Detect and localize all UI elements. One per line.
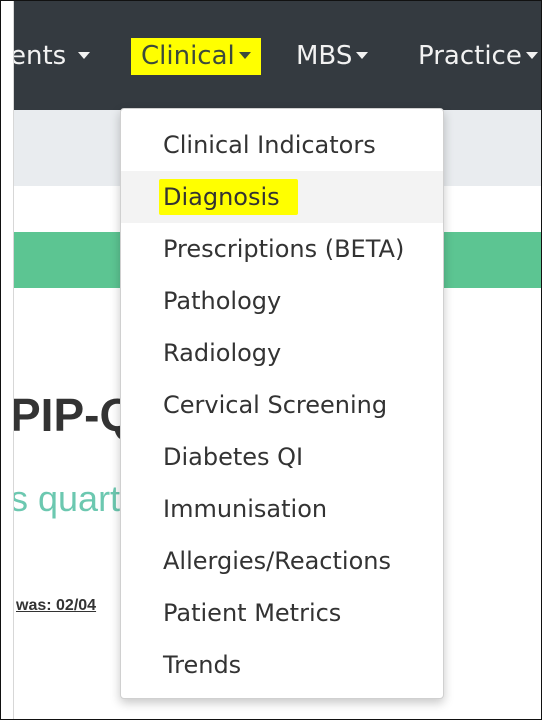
menu-item-radiology[interactable]: Radiology bbox=[121, 327, 443, 379]
top-navbar: ents Clinical MBS Practice bbox=[0, 0, 542, 110]
menu-item-cervical-screening[interactable]: Cervical Screening bbox=[121, 379, 443, 431]
nav-item-clients[interactable]: ents bbox=[10, 0, 91, 110]
caret-down-icon bbox=[238, 52, 251, 59]
menu-item-label: Immunisation bbox=[163, 495, 328, 523]
nav-item-mbs[interactable]: MBS bbox=[296, 0, 369, 110]
menu-item-label: Radiology bbox=[163, 339, 282, 367]
menu-item-prescriptions[interactable]: Prescriptions (BETA) bbox=[121, 223, 443, 275]
caret-down-icon bbox=[525, 52, 538, 59]
nav-item-clinical[interactable]: Clinical bbox=[131, 38, 261, 75]
nav-item-clinical-label: Clinical bbox=[141, 41, 235, 71]
nav-item-practice[interactable]: Practice bbox=[418, 0, 538, 110]
page-title: PIP-Q bbox=[10, 389, 136, 441]
caret-down-icon bbox=[78, 52, 91, 59]
menu-item-allergies-reactions[interactable]: Allergies/Reactions bbox=[121, 535, 443, 587]
menu-item-clinical-indicators[interactable]: Clinical Indicators bbox=[121, 119, 443, 171]
menu-item-label: Diagnosis bbox=[159, 179, 298, 215]
menu-item-diabetes-qi[interactable]: Diabetes QI bbox=[121, 431, 443, 483]
menu-item-trends[interactable]: Trends bbox=[121, 639, 443, 691]
last-updated-text: was: 02/04 bbox=[16, 597, 97, 614]
caret-down-icon bbox=[356, 52, 369, 59]
menu-item-pathology[interactable]: Pathology bbox=[121, 275, 443, 327]
menu-item-label: Diabetes QI bbox=[163, 443, 304, 471]
menu-item-patient-metrics[interactable]: Patient Metrics bbox=[121, 587, 443, 639]
menu-item-diagnosis[interactable]: Diagnosis bbox=[121, 171, 443, 223]
menu-item-label: Prescriptions (BETA) bbox=[163, 235, 405, 263]
left-edge-strip bbox=[0, 0, 14, 720]
menu-item-label: Allergies/Reactions bbox=[163, 547, 391, 575]
menu-item-label: Pathology bbox=[163, 287, 282, 315]
nav-item-practice-label: Practice bbox=[418, 41, 522, 71]
nav-item-clients-label: ents bbox=[10, 41, 67, 71]
nav-item-mbs-label: MBS bbox=[296, 41, 353, 71]
menu-item-label: Cervical Screening bbox=[163, 391, 388, 419]
menu-item-label: Patient Metrics bbox=[163, 599, 342, 627]
menu-item-label: Trends bbox=[163, 651, 242, 679]
clinical-dropdown-menu: Clinical Indicators Diagnosis Prescripti… bbox=[120, 108, 444, 699]
menu-item-immunisation[interactable]: Immunisation bbox=[121, 483, 443, 535]
menu-item-label: Clinical Indicators bbox=[163, 131, 376, 159]
